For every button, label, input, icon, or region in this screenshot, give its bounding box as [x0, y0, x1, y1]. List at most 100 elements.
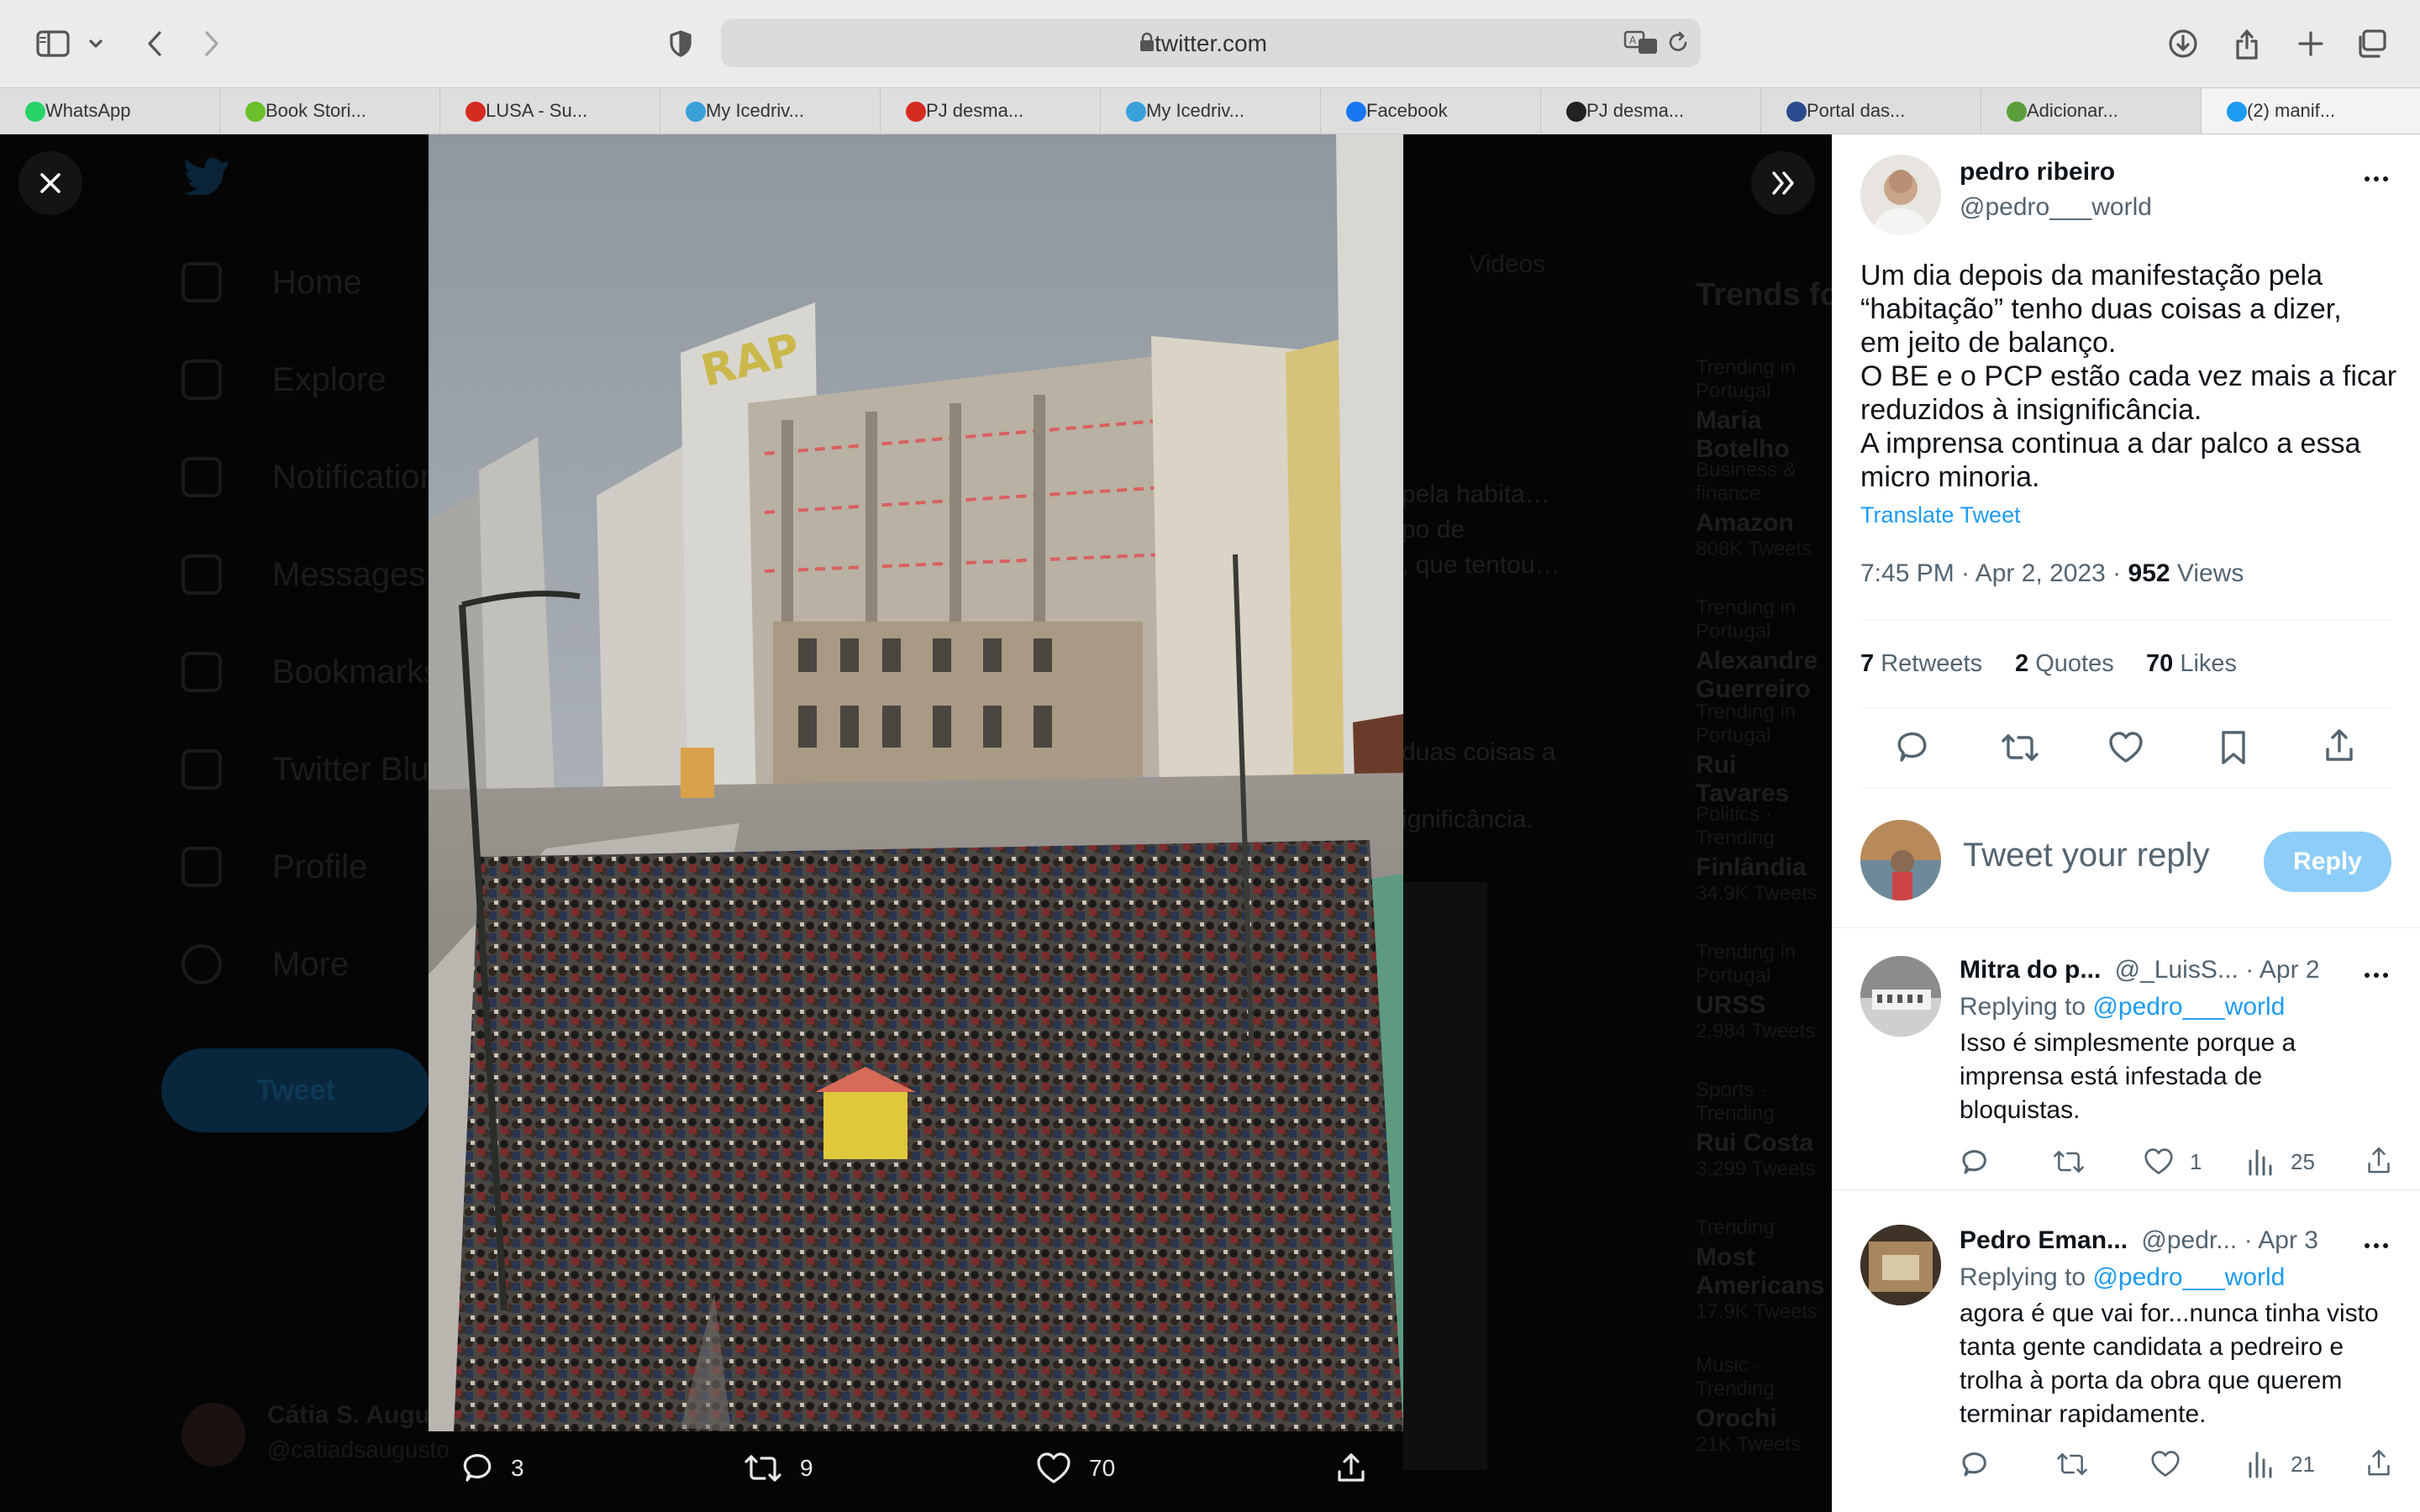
share-icon	[2368, 1450, 2390, 1476]
address-bar[interactable]: twitter.com A	[721, 18, 1701, 67]
bg-nav-bookmarks: Bookmarks	[182, 647, 440, 697]
reply-input[interactable]: Tweet your reply	[1963, 837, 2209, 874]
bg-trend: Politics · Trending Finlândia 34.9K Tweets	[1696, 803, 1818, 905]
reply-views-count: 21	[2291, 1451, 2315, 1477]
quotes-stat[interactable]: 2 Quotes	[2015, 650, 2114, 678]
bg-photo-sliver	[1403, 882, 1487, 1470]
tweet-timestamp: 7:45 PM · Apr 2, 2023 · 952 Views	[1860, 559, 2244, 587]
reply-avatar[interactable]	[1860, 1225, 1941, 1305]
browser-tab[interactable]: (2) manif...	[2202, 88, 2420, 134]
reply-reply-button[interactable]	[1960, 1450, 1990, 1480]
retweet-icon[interactable]	[2000, 731, 2040, 764]
reply-views-button[interactable]: 21	[2247, 1450, 2315, 1478]
translate-icon[interactable]: A	[1623, 30, 1660, 55]
likes-stat[interactable]: 70 Likes	[2146, 650, 2237, 678]
tweet-text: Um dia depois da manifestação pela “habit…	[1860, 260, 2397, 493]
author-handle[interactable]: @pedro___world	[1960, 193, 2152, 222]
tab-label: PJ desma...	[1586, 100, 1685, 121]
media-like-button[interactable]: 70	[1035, 1452, 1115, 1485]
pj-icon	[906, 102, 926, 122]
reply-text: agora é que vai for...nunca tinha visto t…	[1960, 1299, 2379, 1428]
browser-tab[interactable]: PJ desma...	[1541, 88, 1761, 134]
replying-to: Replying to @pedro___world	[1960, 1263, 2286, 1291]
more-options-icon[interactable]	[2365, 973, 2388, 978]
tab-overview-icon[interactable]	[2353, 20, 2390, 67]
author-avatar[interactable]	[1860, 155, 1941, 235]
portal-icon	[1786, 102, 1807, 122]
tab-bar: WhatsApp Book Stori... LUSA - Su... My Iced…	[0, 87, 2420, 134]
browser-tab[interactable]: Facebook	[1321, 88, 1541, 134]
tweet-photo[interactable]: RAP	[429, 134, 1403, 1431]
bg-trend: Trending in Portugal Rui Tavares	[1696, 701, 1797, 807]
bg-tweet-button: Tweet	[161, 1048, 430, 1132]
media-share-button[interactable]	[1334, 1452, 1385, 1485]
heart-icon[interactable]	[2107, 731, 2144, 764]
sidebar-toggle-icon[interactable]	[30, 20, 76, 67]
new-tab-icon[interactable]	[2292, 20, 2329, 67]
dn-icon	[1566, 102, 1586, 122]
reply-avatar[interactable]	[1860, 956, 1941, 1037]
author-name[interactable]: pedro ribeiro	[1960, 158, 2115, 186]
privacy-shield-icon[interactable]	[664, 20, 697, 67]
bg-nav-label: Profile	[272, 848, 368, 885]
more-options-icon[interactable]	[2365, 176, 2388, 181]
close-media-button[interactable]	[18, 151, 82, 215]
bg-trend: Business & finance Amazon 808K Tweets	[1696, 459, 1812, 560]
bg-trend: Trending in Portugal URSS 2,984 Tweets	[1696, 941, 1816, 1042]
reply-like-button[interactable]	[2149, 1450, 2196, 1478]
bg-nav-label: Explore	[272, 360, 387, 398]
media-retweet-count: 9	[800, 1455, 813, 1481]
reply-item[interactable]: Pedro Eman... @pedr... · Apr 3 Replying …	[1832, 1198, 2420, 1512]
reply-retweet-button[interactable]	[2055, 1450, 2089, 1478]
reload-icon[interactable]	[1665, 30, 1691, 55]
browser-tab[interactable]: Book Stori...	[220, 88, 440, 134]
back-icon[interactable]	[138, 20, 171, 67]
heart-icon	[1037, 1452, 1071, 1483]
tab-label: WhatsApp	[45, 100, 131, 121]
media-like-count: 70	[1089, 1455, 1116, 1481]
chevron-down-icon[interactable]	[86, 20, 106, 67]
browser-tab[interactable]: Portal das...	[1761, 88, 1981, 134]
share-icon	[2368, 1147, 2390, 1173]
tab-label: (2) manif...	[2247, 100, 2336, 121]
collapse-panel-button[interactable]	[1751, 151, 1815, 215]
bookmark-icon[interactable]	[2218, 729, 2249, 766]
reply-views-button[interactable]: 25	[2247, 1147, 2315, 1176]
share-icon[interactable]	[2228, 20, 2265, 67]
reply-views-count: 25	[2291, 1148, 2315, 1174]
browser-tab[interactable]: PJ desma...	[881, 88, 1101, 134]
reply-item[interactable]: Mitra do p... @_LuisS... · Apr 2 Replyin…	[1832, 927, 2420, 1191]
browser-tab[interactable]: My Icedriv...	[1101, 88, 1321, 134]
whatsapp-icon	[25, 102, 45, 122]
downloads-icon[interactable]	[2165, 20, 2202, 67]
browser-tab[interactable]: LUSA - Su...	[440, 88, 660, 134]
notion-icon	[2007, 102, 2027, 122]
reply-like-button[interactable]: 1	[2143, 1147, 2202, 1176]
reply-retweet-button[interactable]	[2052, 1147, 2086, 1176]
forward-icon[interactable]	[195, 20, 229, 67]
more-options-icon[interactable]	[2365, 1243, 2388, 1248]
reply-button[interactable]: Reply	[2264, 832, 2391, 892]
retweet-icon	[2057, 1453, 2087, 1475]
reply-like-count: 1	[2190, 1148, 2202, 1174]
reply-icon	[463, 1454, 492, 1482]
reply-share-button[interactable]	[2365, 1146, 2393, 1176]
translate-tweet-link[interactable]: Translate Tweet	[1860, 502, 2021, 528]
tab-label: My Icedriv...	[1146, 100, 1244, 121]
retweets-stat[interactable]: 7 Retweets	[1860, 650, 1982, 678]
reply-icon[interactable]	[1894, 729, 1931, 766]
bg-nav-home: Home	[182, 257, 362, 307]
media-retweet-button[interactable]: 9	[743, 1452, 813, 1485]
icedrive-icon	[686, 102, 706, 122]
reply-share-button[interactable]	[2365, 1448, 2393, 1478]
my-avatar[interactable]	[1860, 820, 1941, 900]
crowd-street-photo: RAP	[429, 134, 1403, 1431]
browser-tab[interactable]: WhatsApp	[0, 88, 220, 134]
bg-nav-twitter-blue: Twitter Blue	[182, 744, 448, 795]
bg-nav-label: More	[272, 945, 350, 983]
reply-reply-button[interactable]	[1960, 1147, 1990, 1178]
browser-tab[interactable]: My Icedriv...	[660, 88, 881, 134]
media-reply-button[interactable]: 3	[460, 1452, 524, 1485]
share-icon[interactable]	[2323, 727, 2356, 764]
browser-tab[interactable]: Adicionar...	[1981, 88, 2202, 134]
